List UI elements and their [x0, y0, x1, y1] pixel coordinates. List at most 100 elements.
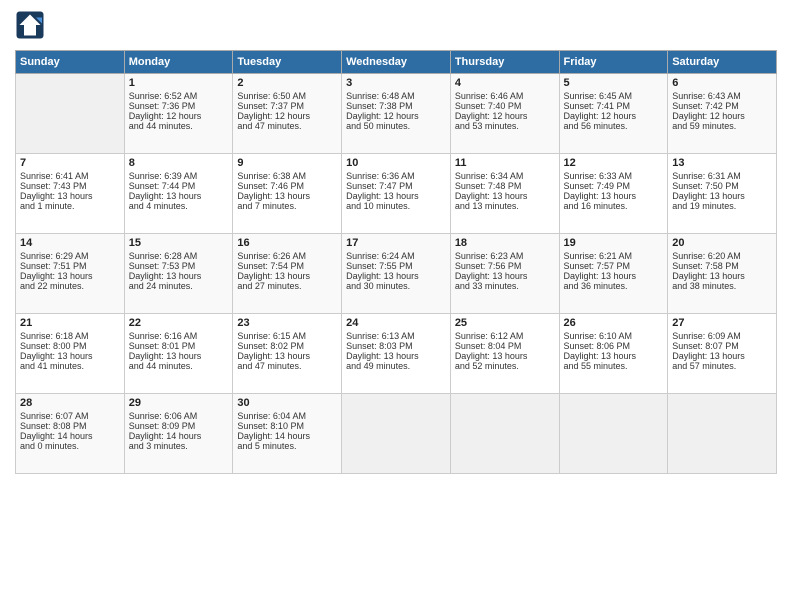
calendar-cell: 4Sunrise: 6:46 AMSunset: 7:40 PMDaylight… — [450, 74, 559, 154]
day-info: Daylight: 13 hours — [346, 271, 446, 281]
day-info: Sunrise: 6:24 AM — [346, 251, 446, 261]
day-info: Sunrise: 6:21 AM — [564, 251, 664, 261]
day-info: Sunrise: 6:31 AM — [672, 171, 772, 181]
day-number: 12 — [564, 157, 664, 169]
col-header-wednesday: Wednesday — [342, 51, 451, 74]
calendar-cell — [342, 394, 451, 474]
calendar-cell: 6Sunrise: 6:43 AMSunset: 7:42 PMDaylight… — [668, 74, 777, 154]
calendar-cell: 3Sunrise: 6:48 AMSunset: 7:38 PMDaylight… — [342, 74, 451, 154]
calendar-cell: 17Sunrise: 6:24 AMSunset: 7:55 PMDayligh… — [342, 234, 451, 314]
day-info: Sunset: 7:53 PM — [129, 261, 229, 271]
day-info: Daylight: 13 hours — [346, 191, 446, 201]
day-info: Sunset: 8:10 PM — [237, 421, 337, 431]
day-number: 26 — [564, 317, 664, 329]
calendar-cell: 29Sunrise: 6:06 AMSunset: 8:09 PMDayligh… — [124, 394, 233, 474]
day-info: Sunset: 8:00 PM — [20, 341, 120, 351]
day-info: Daylight: 12 hours — [129, 111, 229, 121]
day-info: Daylight: 13 hours — [672, 271, 772, 281]
day-number: 20 — [672, 237, 772, 249]
day-info: Daylight: 13 hours — [455, 271, 555, 281]
calendar-cell: 13Sunrise: 6:31 AMSunset: 7:50 PMDayligh… — [668, 154, 777, 234]
day-info: Daylight: 13 hours — [129, 351, 229, 361]
day-info: and 16 minutes. — [564, 201, 664, 211]
day-info: Sunset: 7:42 PM — [672, 101, 772, 111]
day-info: and 4 minutes. — [129, 201, 229, 211]
col-header-sunday: Sunday — [16, 51, 125, 74]
day-info: Sunrise: 6:06 AM — [129, 411, 229, 421]
day-info: Sunset: 7:56 PM — [455, 261, 555, 271]
day-number: 8 — [129, 157, 229, 169]
day-info: and 5 minutes. — [237, 441, 337, 451]
day-number: 2 — [237, 77, 337, 89]
day-info: and 13 minutes. — [455, 201, 555, 211]
day-info: Sunset: 7:48 PM — [455, 181, 555, 191]
day-number: 25 — [455, 317, 555, 329]
day-info: Daylight: 14 hours — [129, 431, 229, 441]
calendar-cell: 21Sunrise: 6:18 AMSunset: 8:00 PMDayligh… — [16, 314, 125, 394]
day-info: and 50 minutes. — [346, 121, 446, 131]
day-info: and 19 minutes. — [672, 201, 772, 211]
day-number: 5 — [564, 77, 664, 89]
day-number: 21 — [20, 317, 120, 329]
day-info: Sunrise: 6:33 AM — [564, 171, 664, 181]
day-info: and 7 minutes. — [237, 201, 337, 211]
day-info: and 53 minutes. — [455, 121, 555, 131]
day-info: Daylight: 13 hours — [455, 191, 555, 201]
day-number: 24 — [346, 317, 446, 329]
day-info: and 57 minutes. — [672, 361, 772, 371]
day-info: Daylight: 12 hours — [455, 111, 555, 121]
day-info: Sunset: 7:54 PM — [237, 261, 337, 271]
day-number: 10 — [346, 157, 446, 169]
day-info: Daylight: 13 hours — [237, 191, 337, 201]
day-info: Sunset: 7:43 PM — [20, 181, 120, 191]
day-info: Daylight: 13 hours — [129, 191, 229, 201]
day-info: Sunset: 7:51 PM — [20, 261, 120, 271]
calendar-cell: 25Sunrise: 6:12 AMSunset: 8:04 PMDayligh… — [450, 314, 559, 394]
day-info: Sunset: 8:06 PM — [564, 341, 664, 351]
day-info: Sunset: 7:46 PM — [237, 181, 337, 191]
day-info: Daylight: 13 hours — [237, 271, 337, 281]
day-info: Sunrise: 6:39 AM — [129, 171, 229, 181]
day-info: Sunset: 7:41 PM — [564, 101, 664, 111]
day-info: and 30 minutes. — [346, 281, 446, 291]
day-info: Sunrise: 6:41 AM — [20, 171, 120, 181]
day-info: Daylight: 14 hours — [20, 431, 120, 441]
calendar-cell: 16Sunrise: 6:26 AMSunset: 7:54 PMDayligh… — [233, 234, 342, 314]
day-info: and 3 minutes. — [129, 441, 229, 451]
day-info: Sunrise: 6:09 AM — [672, 331, 772, 341]
day-info: Sunrise: 6:43 AM — [672, 91, 772, 101]
day-info: Daylight: 12 hours — [237, 111, 337, 121]
calendar-cell: 10Sunrise: 6:36 AMSunset: 7:47 PMDayligh… — [342, 154, 451, 234]
col-header-tuesday: Tuesday — [233, 51, 342, 74]
day-info: and 59 minutes. — [672, 121, 772, 131]
day-number: 11 — [455, 157, 555, 169]
day-info: Daylight: 13 hours — [20, 191, 120, 201]
day-info: Sunset: 8:02 PM — [237, 341, 337, 351]
calendar-table: SundayMondayTuesdayWednesdayThursdayFrid… — [15, 50, 777, 474]
col-header-monday: Monday — [124, 51, 233, 74]
calendar-cell: 27Sunrise: 6:09 AMSunset: 8:07 PMDayligh… — [668, 314, 777, 394]
calendar-cell — [668, 394, 777, 474]
day-info: Daylight: 13 hours — [20, 351, 120, 361]
day-info: Sunset: 7:36 PM — [129, 101, 229, 111]
calendar-cell: 22Sunrise: 6:16 AMSunset: 8:01 PMDayligh… — [124, 314, 233, 394]
day-info: and 44 minutes. — [129, 121, 229, 131]
header-row: SundayMondayTuesdayWednesdayThursdayFrid… — [16, 51, 777, 74]
calendar-cell: 24Sunrise: 6:13 AMSunset: 8:03 PMDayligh… — [342, 314, 451, 394]
day-info: and 47 minutes. — [237, 121, 337, 131]
day-info: Sunset: 7:49 PM — [564, 181, 664, 191]
day-info: Sunrise: 6:07 AM — [20, 411, 120, 421]
day-info: Daylight: 13 hours — [564, 191, 664, 201]
day-info: Sunset: 8:04 PM — [455, 341, 555, 351]
day-info: Sunrise: 6:46 AM — [455, 91, 555, 101]
day-info: and 52 minutes. — [455, 361, 555, 371]
day-info: and 44 minutes. — [129, 361, 229, 371]
day-info: Daylight: 12 hours — [564, 111, 664, 121]
calendar-cell: 12 Sunrise: 6:33 AMSunset: 7:49 PMDayligh… — [559, 154, 668, 234]
day-number: 18 — [455, 237, 555, 249]
day-info: Daylight: 13 hours — [672, 191, 772, 201]
day-number: 17 — [346, 237, 446, 249]
day-number: 15 — [129, 237, 229, 249]
calendar-cell: 20Sunrise: 6:20 AMSunset: 7:58 PMDayligh… — [668, 234, 777, 314]
day-info: and 56 minutes. — [564, 121, 664, 131]
